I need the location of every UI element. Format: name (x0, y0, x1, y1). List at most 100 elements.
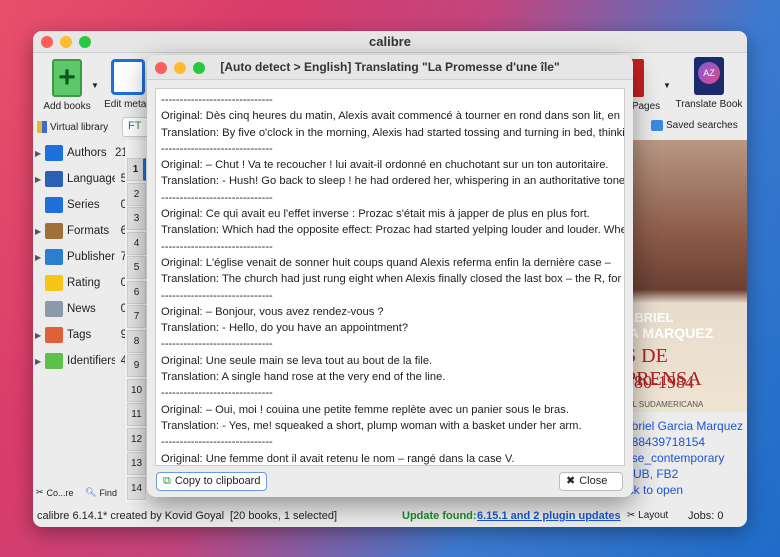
zoom-window-button[interactable] (79, 36, 91, 48)
log-line: Translation: By five o'clock in the morn… (161, 126, 625, 139)
cover-text: 980-1984 (625, 372, 694, 392)
log-line: Original: Dès cinq heures du matin, Alex… (161, 110, 620, 123)
publisher-icon (45, 249, 63, 265)
row-number[interactable]: 12 (127, 427, 146, 451)
cover-text: IAL SUDAMERICANA (625, 400, 704, 409)
row-number[interactable]: 1 (127, 158, 146, 181)
translation-log[interactable]: ------------------------------ Original: … (155, 88, 625, 466)
update-label: Update found: (402, 510, 477, 522)
tag-label: Rating (67, 277, 101, 289)
detail-path-link[interactable]: ick to open (625, 483, 683, 497)
dialog-zoom-light[interactable] (193, 62, 205, 74)
add-books-button[interactable]: + Add books (37, 59, 97, 112)
row-number[interactable]: 6 (127, 280, 146, 304)
row-number[interactable]: 4 (127, 231, 146, 255)
jobs-indicator[interactable]: Jobs: 0 (688, 505, 723, 527)
edit-metadata-button[interactable]: Edit metad (103, 59, 153, 110)
log-line: Translation: - Hush! Go back to sleep ! … (161, 175, 625, 188)
dialog-close-light[interactable] (155, 62, 167, 74)
add-books-dropdown-arrow[interactable]: ▼ (91, 81, 99, 90)
book-cover: ABRIEL IA MARQUEZ S DE PRENSA 980-1984 I… (625, 140, 747, 412)
language-icon (45, 171, 63, 187)
tag-browser-item[interactable]: ▶ Tags 9 (35, 324, 127, 346)
saved-searches-button[interactable]: Saved searches (651, 120, 738, 131)
tag-label: Identifiers (67, 355, 115, 367)
expand-arrow-icon[interactable]: ▶ (35, 253, 45, 262)
update-link[interactable]: 6.15.1 and 2 plugin updates (477, 505, 621, 527)
expand-arrow-icon[interactable]: ▶ (35, 149, 45, 158)
tag-browser-item[interactable]: ▶ Identifiers 4 (35, 350, 127, 372)
dialog-minimize-light[interactable] (174, 62, 186, 74)
expand-arrow-icon[interactable]: ▶ (35, 175, 45, 184)
log-line: Translation: A single hand rose at the v… (161, 371, 446, 384)
pages-label: Pages (631, 101, 661, 112)
log-line: Original: Ce qui avait eu l'effet invers… (161, 208, 590, 221)
row-number[interactable]: 7 (127, 305, 146, 328)
row-number[interactable]: 14 (127, 476, 146, 500)
layout-label: Layout (638, 510, 669, 521)
configure-button[interactable]: ✂ Co...re (36, 487, 74, 498)
expand-arrow-icon[interactable]: ▶ (35, 357, 45, 366)
row-number[interactable]: 13 (127, 452, 146, 475)
book-count: [20 books, 1 selected] (230, 510, 338, 522)
row-number[interactable]: 5 (127, 256, 146, 279)
row-number[interactable]: 3 (127, 207, 146, 230)
dialog-title: [Auto detect > English] Translating "La … (220, 60, 560, 74)
detail-author-link[interactable]: abriel Garcia Marquez (625, 419, 743, 433)
detail-isbn-link[interactable]: 788439718154 (625, 435, 705, 449)
translation-dialog: [Auto detect > English] Translating "La … (147, 55, 633, 497)
tag-label: Authors (67, 147, 107, 159)
row-number[interactable]: 9 (127, 354, 146, 377)
row-number[interactable]: 8 (127, 329, 146, 353)
add-book-icon: + (52, 59, 82, 97)
translate-book-button[interactable]: AZ Translate Book (673, 57, 745, 110)
detail-formats-link[interactable]: PUB, FB2 (625, 467, 678, 481)
expand-arrow-icon[interactable]: ▶ (35, 331, 45, 340)
find-button[interactable]: 🔍︎ Find (85, 487, 117, 498)
search-icon: 🔍︎ (85, 487, 97, 497)
close-button[interactable]: ✖ Close (559, 472, 623, 491)
tag-browser-item[interactable]: ▶ Authors 21 (35, 142, 128, 164)
minimize-window-button[interactable] (60, 36, 72, 48)
tag-browser-item[interactable]: ▶ Language 5 (35, 168, 127, 190)
layout-button[interactable]: ✂ Layout (627, 505, 668, 527)
log-line: ------------------------------ (161, 387, 273, 400)
tag-browser-item[interactable]: ▶ Publisher 7 (35, 246, 127, 268)
tag-label: Series (67, 199, 100, 211)
copy-to-clipboard-button[interactable]: ⧉ Copy to clipboard (156, 472, 268, 491)
row-number[interactable]: 2 (127, 182, 146, 206)
tag-browser: ▶ Authors 21 ▶ Language 5 Series 0 ▶ Formats 6 ▶ Pub… (35, 142, 128, 382)
detail-tags-link[interactable]: ose_contemporary (625, 451, 724, 465)
tag-browser-item[interactable]: ▶ Formats 6 (35, 220, 127, 242)
configure-label: Co...re (46, 487, 74, 498)
row-number[interactable]: 10 (127, 378, 146, 402)
edit-metadata-icon (111, 59, 145, 95)
log-line: ------------------------------ (161, 191, 273, 204)
log-line: ------------------------------ (161, 240, 273, 253)
pages-dropdown-arrow[interactable]: ▼ (663, 81, 671, 90)
log-line: Original: – Bonjour, vous avez rendez-vo… (161, 305, 384, 318)
find-label: Find (99, 487, 117, 498)
tag-label: Language (67, 173, 115, 185)
log-line: Original: – Oui, moi ! couina une petite… (161, 403, 569, 416)
tag-browser-item[interactable]: Rating 0 (35, 272, 127, 294)
log-line: ------------------------------ (161, 142, 273, 155)
expand-arrow-icon[interactable]: ▶ (35, 227, 45, 236)
row-number[interactable]: 11 (127, 403, 146, 426)
add-books-label: Add books (43, 101, 91, 112)
log-line: ------------------------------ (161, 94, 273, 106)
tag-label: Formats (67, 225, 110, 237)
series-icon (45, 197, 63, 213)
news-icon (45, 301, 63, 317)
saved-searches-icon (651, 120, 663, 131)
window-title: calibre (369, 34, 411, 49)
log-line: Translation: The church had just rung ei… (161, 273, 625, 286)
virtual-library-button[interactable]: Virtual library (37, 121, 108, 133)
log-line: Translation: - Hello, do you have an app… (161, 322, 409, 335)
log-line: Original: Une seule main se leva tout au… (161, 354, 433, 367)
tag-browser-item[interactable]: Series 0 (35, 194, 127, 216)
book-icon (45, 223, 63, 239)
tag-browser-item[interactable]: News 0 (35, 298, 127, 320)
close-window-button[interactable] (41, 36, 53, 48)
dialog-title-bar: [Auto detect > English] Translating "La … (147, 55, 633, 80)
